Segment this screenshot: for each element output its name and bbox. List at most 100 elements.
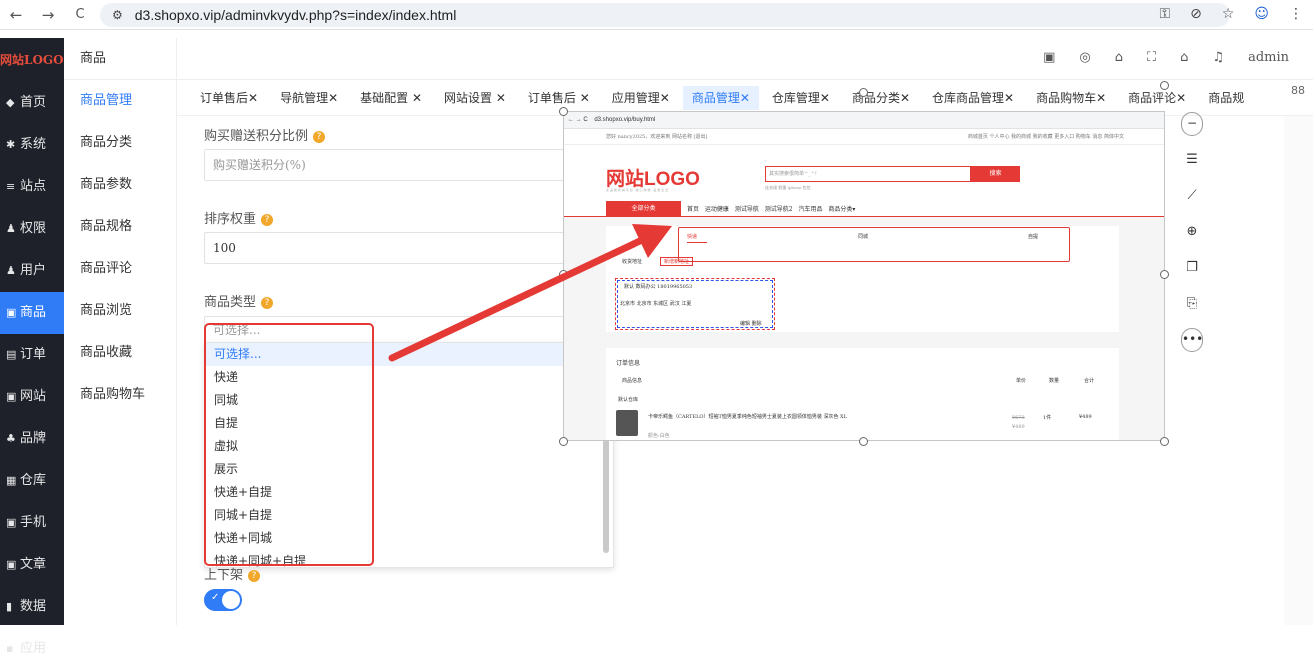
topbar-tool-icon[interactable]: ⌂	[1180, 50, 1188, 65]
key-icon[interactable]: ⚿	[1159, 6, 1170, 22]
sidebar-item[interactable]: ♟ 权限	[0, 208, 64, 250]
sidebar-item[interactable]: ▦ 仓库	[0, 460, 64, 502]
address-bar[interactable]: ⚙ d3.shopxo.vip/adminvkvydv.php?s=index/…	[100, 3, 1230, 27]
tab-item[interactable]: 商品分类✕	[843, 86, 919, 110]
annotation-tool-icon[interactable]: ⊕	[1181, 220, 1203, 244]
annotation-tool-icon[interactable]: ❐	[1181, 256, 1203, 280]
tab-item[interactable]: 商品购物车✕	[1027, 86, 1115, 110]
back-icon[interactable]: ←	[4, 6, 28, 24]
subnav-item[interactable]: 商品分类	[64, 122, 176, 164]
sidebar-item-icon: ✱	[6, 138, 16, 151]
subnav-item[interactable]: 商品收藏	[64, 332, 176, 374]
mini-price: ¥489	[1012, 424, 1025, 430]
mini-nav: 首页 运动健康 测试导航 测试导航2 汽车用品 商品分类▾	[687, 206, 856, 213]
annotation-tool-icon[interactable]: ⟋	[1181, 184, 1203, 208]
admin-topbar: ▣ ◎ ⌂ ⛶ ⌂ ♫ admin	[177, 38, 1313, 80]
sidebar-item[interactable]: ♟ 用户	[0, 250, 64, 292]
resize-handle[interactable]	[559, 270, 568, 279]
sidebar-item[interactable]: ▣ 网站	[0, 376, 64, 418]
help-icon[interactable]: ?	[248, 570, 261, 582]
shelf-label: 上下架?	[204, 564, 261, 583]
sidebar-item[interactable]: ▤ 订单	[0, 334, 64, 376]
subnav-item[interactable]: 商品参数	[64, 164, 176, 206]
mini-hot-words: 连衣裙 帆篷 iphone 包包	[765, 185, 811, 190]
mini-col-qty: 数量	[1049, 378, 1060, 384]
more-tabs-icon[interactable]: 88	[1291, 84, 1305, 97]
resize-handle[interactable]	[1160, 437, 1169, 446]
resize-handle[interactable]	[1160, 81, 1169, 90]
tab-item[interactable]: 订单售后✕	[191, 86, 267, 110]
page-scroll-area[interactable]	[1284, 116, 1313, 625]
sidebar-item-label: 文章	[20, 557, 47, 572]
resize-handle[interactable]	[559, 437, 568, 446]
sidebar-item-icon: ◆	[6, 96, 15, 109]
sidebar-item[interactable]: ✱ 系统	[0, 124, 64, 166]
mini-address-detail: 北京市 北京市 东城区 武汉 江夏	[620, 301, 692, 307]
site-settings-icon[interactable]: ⚙	[112, 8, 123, 22]
sidebar-item[interactable]: ♣ 品牌	[0, 418, 64, 460]
tab-item[interactable]: 网站设置 ✕	[435, 86, 515, 110]
tab-item[interactable]: 商品管理✕	[682, 85, 759, 110]
mini-col-price: 单价	[1016, 378, 1027, 384]
sidebar-item-label: 品牌	[20, 431, 47, 446]
user-menu[interactable]: admin	[1248, 50, 1289, 65]
topbar-tool-icon[interactable]: ♫	[1212, 50, 1224, 65]
subnav-item[interactable]: 商品购物车	[64, 374, 176, 416]
sidebar-item-icon: ▣	[6, 390, 17, 403]
sidebar-item-icon: ▤	[6, 348, 17, 361]
shelf-toggle[interactable]: ✓	[204, 589, 242, 611]
main-sidebar: 网站LOGO ◆ 首页 ✱ 系统 ≡ 站点 ♟ 权限 ♟ 用户 ▣ 商品 ▤ 订单 ▣ 网站 ♣ 品牌 ▦ 仓库 ▣ 手机…	[0, 38, 64, 656]
subnav-item[interactable]: 商品浏览	[64, 290, 176, 332]
tab-item[interactable]: 仓库商品管理✕	[923, 86, 1023, 110]
sidebar-item[interactable]: ▪ 应用	[0, 628, 64, 670]
tab-item[interactable]: 订单售后 ✕	[519, 86, 599, 110]
eye-off-icon[interactable]: ⊘	[1190, 6, 1202, 22]
subnav-item[interactable]: 商品规格	[64, 206, 176, 248]
sidebar-item[interactable]: ▣ 手机	[0, 502, 64, 544]
rotate-handle[interactable]	[859, 88, 868, 97]
mini-welcome: 您好 nancy2025，欢迎来到 网站名称 [退出]	[606, 134, 708, 140]
resize-handle[interactable]	[1160, 270, 1169, 279]
annotation-toolbar: − ☰ ⟋ ⊕ ❐ ⎘ •••	[1181, 112, 1203, 364]
sidebar-item-icon: ▪	[6, 642, 14, 655]
mini-search-button: 搜索	[971, 166, 1020, 182]
help-icon[interactable]: ?	[261, 297, 274, 309]
tab-item[interactable]: 应用管理✕	[603, 86, 679, 110]
sort-input[interactable]: 100	[204, 232, 564, 264]
subnav-item[interactable]: 商品评论	[64, 248, 176, 290]
annotation-tool-icon[interactable]: −	[1181, 112, 1203, 136]
tab-item[interactable]: 商品评论✕	[1119, 86, 1195, 110]
resize-handle[interactable]	[859, 437, 868, 446]
embedded-screenshot[interactable]: ← → C d3.shopxo.vip/buy.html 您好 nancy202…	[563, 111, 1165, 441]
sidebar-item[interactable]: ▣ 文章	[0, 544, 64, 586]
points-input[interactable]: 购买赠送积分(%)	[204, 149, 564, 181]
resize-handle[interactable]	[559, 107, 568, 116]
profile-icon[interactable]: ☺	[1254, 6, 1269, 22]
annotation-tool-icon[interactable]: ⎘	[1181, 292, 1203, 316]
annotation-tool-icon[interactable]: ☰	[1181, 148, 1203, 172]
tab-item[interactable]: 仓库管理✕	[763, 86, 839, 110]
annotation-tool-icon[interactable]: •••	[1181, 328, 1203, 352]
sidebar-item[interactable]: ▣ 商品	[0, 292, 64, 334]
tab-item[interactable]: 商品规	[1199, 86, 1253, 110]
star-icon[interactable]: ☆	[1222, 6, 1235, 22]
tab-item[interactable]: 基础配置 ✕	[351, 86, 431, 110]
sidebar-item[interactable]: ▮ 数据	[0, 586, 64, 628]
sidebar-item-label: 订单	[20, 347, 47, 362]
url-text[interactable]: d3.shopxo.vip/adminvkvydv.php?s=index/in…	[135, 7, 457, 23]
topbar-tool-icon[interactable]: ⛶	[1147, 50, 1156, 65]
topbar-tool-icon[interactable]: ⌂	[1115, 50, 1123, 65]
tab-item[interactable]: 导航管理✕	[271, 86, 347, 110]
help-icon[interactable]: ?	[261, 214, 274, 226]
sidebar-item[interactable]: ≡ 站点	[0, 166, 64, 208]
forward-icon[interactable]: →	[36, 6, 60, 24]
help-icon[interactable]: ?	[313, 131, 326, 143]
sidebar-item-icon: ▦	[6, 474, 17, 487]
sidebar-logo[interactable]: 网站LOGO	[0, 38, 64, 82]
subnav-item[interactable]: 商品管理	[64, 80, 176, 122]
reload-icon[interactable]: C	[68, 7, 92, 22]
topbar-tool-icon[interactable]: ▣	[1043, 50, 1055, 65]
menu-icon[interactable]: ⋮	[1289, 6, 1303, 22]
sidebar-item[interactable]: ◆ 首页	[0, 82, 64, 124]
topbar-tool-icon[interactable]: ◎	[1079, 50, 1090, 65]
